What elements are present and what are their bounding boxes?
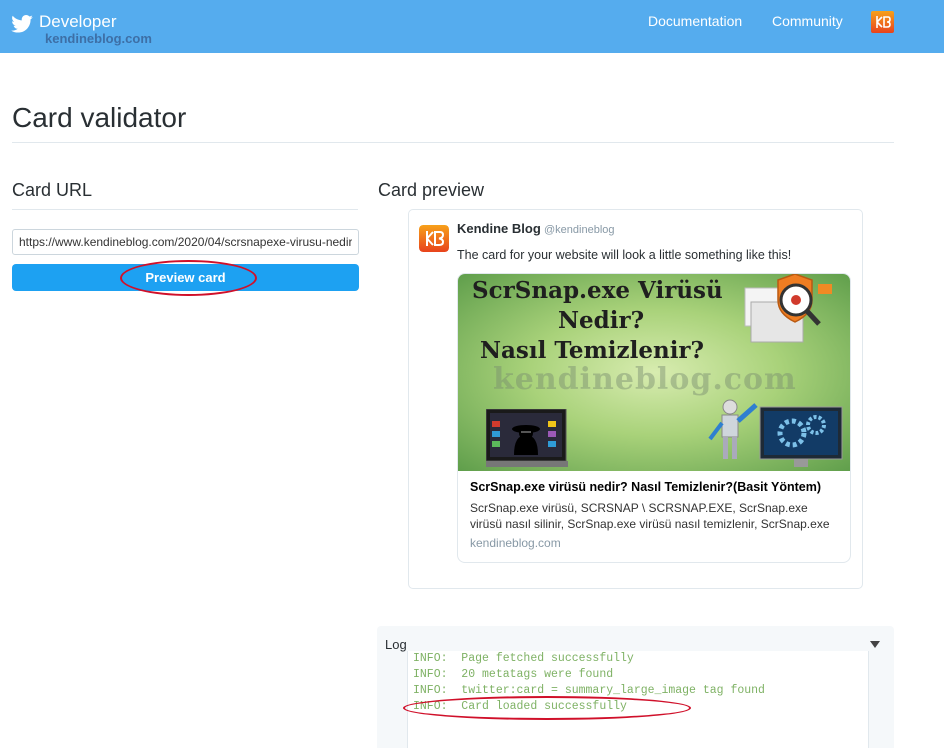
kb-avatar-icon[interactable] (871, 11, 894, 33)
card-url-divider (12, 209, 358, 210)
card-body: ScrSnap.exe virüsü nedir? Nasıl Temizlen… (458, 471, 850, 562)
kb-avatar-icon[interactable] (419, 225, 449, 252)
watermark-text: kendineblog.com (45, 31, 152, 46)
card-preview-heading: Card preview (378, 180, 485, 200)
twitter-bird-icon[interactable] (11, 15, 33, 33)
page-title: Card validator (12, 102, 187, 133)
top-bar: Developer kendineblog.com Documentation … (0, 0, 944, 53)
card-description: ScrSnap.exe virüsü, SCRSNAP \ SCRSNAP.EX… (470, 501, 830, 531)
log-panel: Log INFO: Page fetched successfully INFO… (377, 626, 894, 748)
card-image: ScrSnap.exe Virüsü Nedir? Nasıl Temizlen… (458, 274, 850, 471)
card-image-line: Nasıl Temizlenir? (480, 337, 705, 364)
tweet-author-handle[interactable]: @kendineblog (544, 224, 615, 236)
card-domain: kendineblog.com (470, 536, 561, 550)
brand-label[interactable]: Developer (39, 12, 117, 32)
preview-card-button[interactable]: Preview card (12, 264, 359, 291)
nav-community[interactable]: Community (772, 13, 843, 29)
log-output: INFO: Page fetched successfully INFO: 20… (407, 651, 869, 748)
tweet-text: The card for your website will look a li… (457, 248, 792, 262)
log-line: INFO: twitter:card = summary_large_image… (413, 684, 765, 697)
log-line: INFO: 20 metatags were found (413, 668, 614, 681)
shield-bug-icon (744, 274, 832, 343)
hacker-laptop-icon (486, 409, 568, 467)
title-divider (12, 142, 894, 143)
log-line: INFO: Page fetched successfully (413, 652, 634, 665)
card-image-line: ScrSnap.exe Virüsü (472, 277, 723, 304)
summary-card[interactable]: ScrSnap.exe Virüsü Nedir? Nasıl Temizlen… (457, 273, 851, 563)
card-image-watermark: kendineblog.com (493, 362, 797, 397)
robot-gears-icon (708, 399, 843, 467)
card-url-input[interactable] (12, 229, 359, 255)
card-url-heading: Card URL (12, 180, 93, 200)
log-line: INFO: Card loaded successfully (413, 700, 627, 713)
tweet-author-name[interactable]: Kendine Blog (457, 221, 541, 236)
log-label: Log (385, 637, 407, 652)
card-image-line: Nedir? (558, 307, 645, 334)
tweet-preview: Kendine Blog @kendineblog The card for y… (408, 209, 863, 589)
caret-down-icon[interactable] (870, 641, 880, 648)
card-title[interactable]: ScrSnap.exe virüsü nedir? Nasıl Temizlen… (470, 480, 821, 494)
nav-documentation[interactable]: Documentation (648, 13, 742, 29)
